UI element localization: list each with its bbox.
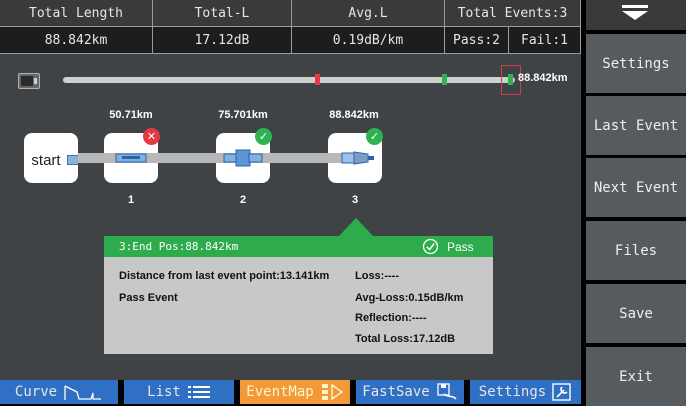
total-events-header: Total Events:3 bbox=[445, 0, 581, 27]
pass-count: Pass:2 bbox=[445, 27, 509, 54]
fail-badge-icon: ✕ bbox=[143, 128, 160, 145]
event-2-index: 2 bbox=[239, 194, 247, 206]
event-result: Pass Event bbox=[119, 292, 178, 304]
list-icon bbox=[187, 386, 210, 398]
exit-button[interactable]: Exit bbox=[586, 347, 686, 406]
total-loss-header: Total-L bbox=[153, 0, 292, 27]
total-loss-value: 17.12dB bbox=[153, 27, 292, 54]
tab-settings-label: Settings bbox=[478, 384, 547, 400]
event-marker-2[interactable] bbox=[442, 74, 447, 85]
tab-curve-label: Curve bbox=[14, 384, 58, 400]
pass-badge-icon: ✓ bbox=[255, 128, 272, 145]
fiber-link bbox=[158, 153, 216, 163]
event-3-index: 3 bbox=[351, 194, 359, 206]
event-detail-panel: 3:End Pos:88.842km Pass Distance from la… bbox=[104, 236, 493, 354]
launch-connector-icon bbox=[67, 155, 78, 165]
total-length-header: Total Length bbox=[0, 0, 153, 27]
reflection-value: Reflection:---- bbox=[355, 312, 427, 324]
event-1-distance: 50.71km bbox=[109, 109, 153, 121]
avg-loss-value: 0.19dB/km bbox=[292, 27, 445, 54]
fastsave-icon bbox=[437, 383, 457, 400]
avg-loss-value: Avg-Loss:0.15dB/km bbox=[355, 292, 464, 304]
fiber-overview-track[interactable] bbox=[63, 77, 515, 83]
total-distance-label: 88.842km bbox=[518, 72, 568, 84]
curve-icon bbox=[64, 385, 102, 400]
tab-fastsave[interactable]: FastSave bbox=[356, 380, 464, 404]
event-1-index: 1 bbox=[127, 194, 135, 206]
tab-eventmap-label: EventMap bbox=[246, 384, 314, 400]
collapse-menu-button[interactable] bbox=[586, 0, 686, 30]
fiber-link bbox=[78, 153, 104, 163]
start-label: start bbox=[31, 152, 61, 169]
avg-loss-header: Avg.L bbox=[292, 0, 445, 27]
event-3-distance: 88.842km bbox=[329, 109, 379, 121]
right-sidebar: Settings Last Event Next Event Files Sav… bbox=[581, 0, 686, 406]
tab-curve[interactable]: Curve bbox=[0, 380, 118, 404]
distance-from-last: Distance from last event point:13.141km bbox=[119, 270, 330, 282]
event-map-area: 88.842km start 50.71km ✕ 1 75.701km ✓ 2 … bbox=[0, 54, 581, 380]
total-loss-value: Total Loss:17.12dB bbox=[355, 333, 456, 345]
fail-count: Fail:1 bbox=[509, 27, 581, 54]
pass-badge-icon: ✓ bbox=[366, 128, 383, 145]
eventmap-icon bbox=[321, 383, 343, 401]
chevron-down-icon bbox=[622, 11, 648, 20]
tab-list[interactable]: List bbox=[124, 380, 234, 404]
bottom-tab-bar: Curve List EventMap FastSave Settings bbox=[0, 380, 581, 404]
loss-value: Loss:---- bbox=[355, 270, 399, 282]
fiber-link bbox=[270, 153, 328, 163]
settings-button[interactable]: Settings bbox=[586, 34, 686, 93]
pass-check-icon bbox=[422, 238, 439, 255]
tab-settings[interactable]: Settings bbox=[470, 380, 581, 404]
event-detail-header: 3:End Pos:88.842km Pass bbox=[104, 236, 493, 257]
event-detail-status: Pass bbox=[447, 240, 474, 254]
total-length-value: 88.842km bbox=[0, 27, 153, 54]
otdr-device-icon bbox=[18, 73, 40, 89]
save-button[interactable]: Save bbox=[586, 284, 686, 343]
tab-eventmap[interactable]: EventMap bbox=[240, 380, 350, 404]
event-marker-1[interactable] bbox=[315, 74, 320, 85]
event-detail-title: 3:End Pos:88.842km bbox=[119, 240, 239, 253]
event-2-distance: 75.701km bbox=[218, 109, 268, 121]
settings-icon bbox=[552, 383, 571, 401]
last-event-button[interactable]: Last Event bbox=[586, 96, 686, 155]
files-button[interactable]: Files bbox=[586, 221, 686, 280]
collapse-bar-icon bbox=[622, 5, 648, 8]
summary-table: Total Length Total-L Avg.L Total Events:… bbox=[0, 0, 581, 54]
start-node[interactable]: start bbox=[24, 133, 78, 183]
selected-event-pointer bbox=[339, 218, 373, 236]
next-event-button[interactable]: Next Event bbox=[586, 158, 686, 217]
tab-fastsave-label: FastSave bbox=[362, 384, 430, 400]
tab-list-label: List bbox=[147, 384, 181, 400]
